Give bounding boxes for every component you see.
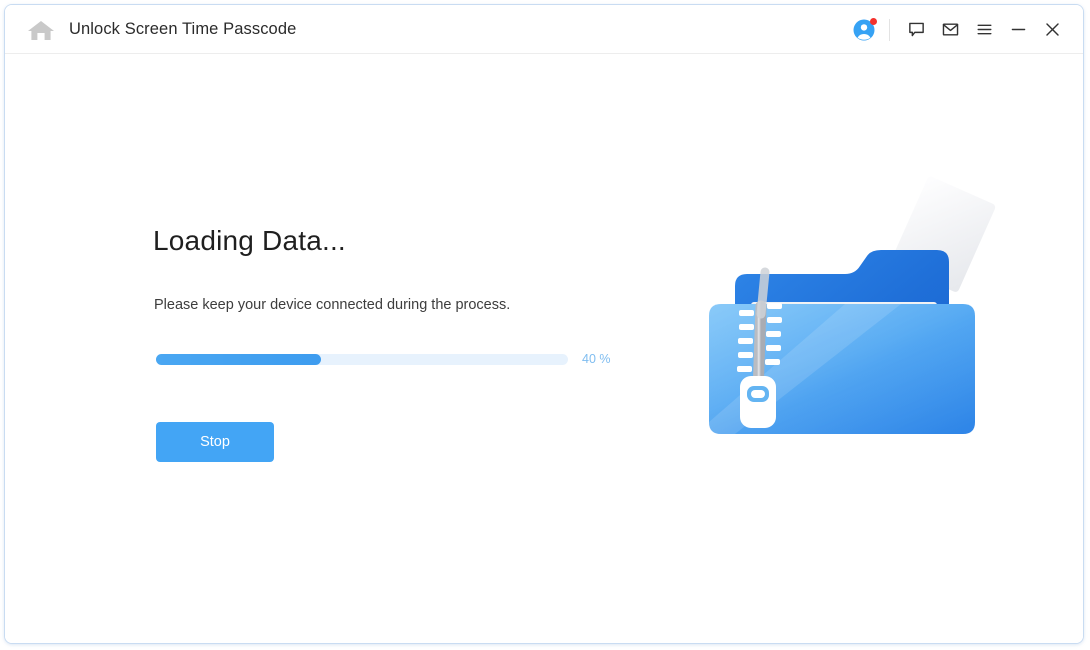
close-icon[interactable] — [1035, 15, 1069, 45]
titlebar-actions — [848, 5, 1069, 54]
page-title: Unlock Screen Time Passcode — [69, 20, 297, 38]
account-avatar-icon[interactable] — [848, 15, 880, 45]
notification-dot — [870, 17, 877, 25]
progress-bar: 40 % — [156, 352, 616, 372]
minimize-icon[interactable] — [1001, 15, 1035, 45]
hamburger-menu-icon[interactable] — [967, 15, 1001, 45]
progress-percent-label: 40 % — [582, 352, 611, 366]
titlebar-divider — [889, 18, 890, 41]
title-bar: Unlock Screen Time Passcode — [5, 5, 1083, 54]
progress-fill — [156, 354, 321, 365]
loading-subtext: Please keep your device connected during… — [154, 297, 511, 313]
zipped-folder-illustration — [695, 154, 1015, 494]
stop-button[interactable]: Stop — [156, 422, 274, 462]
envelope-icon[interactable] — [933, 15, 967, 45]
loading-heading: Loading Data... — [153, 225, 346, 256]
main-content: Loading Data... Please keep your device … — [5, 54, 1083, 643]
app-window: Unlock Screen Time Passcode Loading Data… — [4, 4, 1084, 644]
progress-track — [156, 354, 568, 365]
chat-bubble-icon[interactable] — [899, 15, 933, 45]
home-icon[interactable] — [24, 18, 58, 42]
